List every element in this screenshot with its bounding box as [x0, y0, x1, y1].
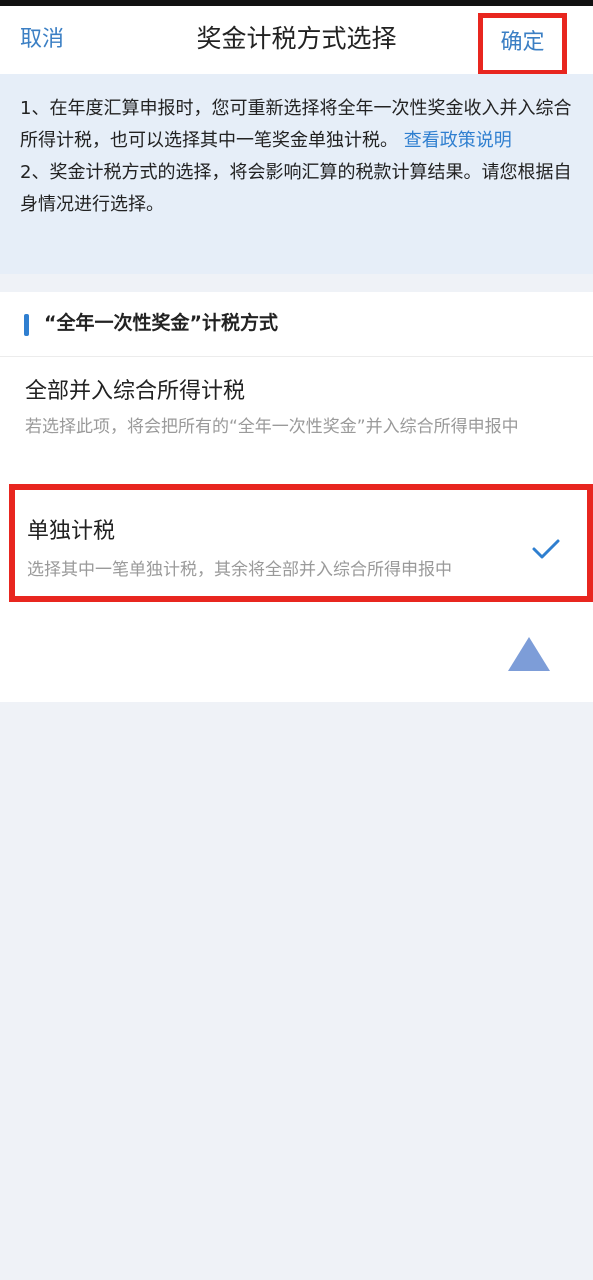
section-header: “全年一次性奖金”计税方式 [0, 292, 593, 357]
option-title: 单独计税 [27, 519, 116, 544]
options-panel: 全部并入综合所得计税 若选择此项，将会把所有的“全年一次性奖金”并入综合所得申报… [0, 357, 593, 702]
notice-panel: 1、在年度汇算申报时，您可重新选择将全年一次性奖金收入并入综合所得计税，也可以选… [0, 74, 593, 274]
option-separate-tax[interactable]: 单独计税 选择其中一笔单独计税，其余将全部并入综合所得申报中 [9, 484, 593, 602]
option-description: 若选择此项，将会把所有的“全年一次性奖金”并入综合所得申报中 [25, 417, 519, 437]
check-icon [532, 539, 560, 559]
view-policy-link[interactable]: 查看政策说明 [404, 130, 512, 151]
section-spacer [0, 274, 593, 292]
section-title: “全年一次性奖金”计税方式 [44, 312, 278, 334]
triangle-up-icon[interactable] [508, 637, 550, 671]
section-accent-bar [24, 314, 29, 336]
notice-line-1: 1、在年度汇算申报时，您可重新选择将全年一次性奖金收入并入综合所得计税，也可以选… [20, 93, 573, 157]
navbar: 取消 奖金计税方式选择 确定 [0, 6, 593, 75]
option-description: 选择其中一笔单独计税，其余将全部并入综合所得申报中 [27, 560, 452, 580]
notice-line-2: 2、奖金计税方式的选择，将会影响汇算的税款计算结果。请您根据自身情况进行选择。 [20, 162, 572, 215]
confirm-button[interactable]: 确定 [478, 13, 567, 75]
option-title: 全部并入综合所得计税 [25, 379, 246, 404]
option-merge-all[interactable]: 全部并入综合所得计税 若选择此项，将会把所有的“全年一次性奖金”并入综合所得申报… [0, 357, 593, 484]
